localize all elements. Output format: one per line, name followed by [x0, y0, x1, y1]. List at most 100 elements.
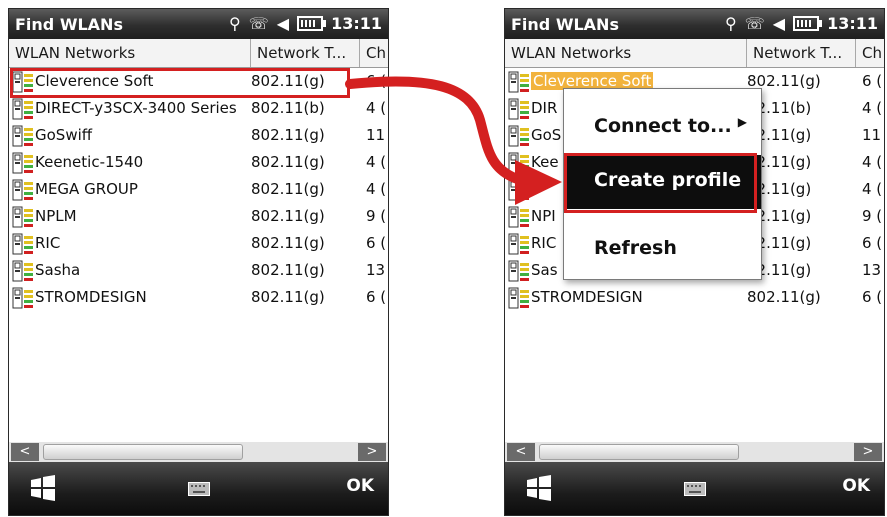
- wlan-network-icon: [508, 125, 529, 147]
- network-name: STROMDESIGN: [531, 288, 643, 306]
- network-type: 802.11(g): [251, 234, 325, 252]
- network-row[interactable]: NPLM 802.11(g) 9 (: [9, 203, 388, 230]
- network-type: 802.11(b): [251, 99, 325, 117]
- network-channel: 6 (: [366, 72, 387, 90]
- list-header: WLAN Networks Network T... Ch: [505, 39, 884, 68]
- wlan-network-icon: [508, 260, 529, 282]
- network-channel: 6 (: [862, 288, 883, 306]
- network-name: STROMDESIGN: [35, 288, 147, 306]
- network-row[interactable]: RIC 802.11(g) 6 (: [9, 230, 388, 257]
- wlan-network-icon: [12, 98, 33, 120]
- network-row[interactable]: Sasha 802.11(g) 13: [9, 257, 388, 284]
- network-type: 802.11(g): [251, 288, 325, 306]
- battery-icon[interactable]: [793, 16, 823, 31]
- wlan-network-icon: [12, 152, 33, 174]
- keyboard-icon[interactable]: [188, 482, 210, 496]
- column-header-channel[interactable]: Ch: [360, 39, 388, 67]
- network-type: 802.11(g): [251, 153, 325, 171]
- network-name: NPI: [531, 207, 556, 225]
- battery-icon[interactable]: [297, 16, 327, 31]
- network-channel: 13: [366, 261, 386, 279]
- column-header-type[interactable]: Network T...: [747, 39, 856, 67]
- connectivity-icon[interactable]: ⚲: [229, 14, 241, 33]
- menu-item-connect[interactable]: Connect to... ▶: [564, 107, 761, 147]
- wlan-network-icon: [12, 125, 33, 147]
- network-channel: 6 (: [862, 72, 883, 90]
- network-row[interactable]: DIRECT-y3SCX-3400 Series 802.11(b) 4 (: [9, 95, 388, 122]
- column-header-type[interactable]: Network T...: [251, 39, 360, 67]
- clock[interactable]: 13:11: [331, 14, 382, 33]
- network-name: DIRECT-y3SCX-3400 Series: [35, 99, 237, 117]
- ok-softkey[interactable]: OK: [842, 476, 870, 496]
- column-header-channel[interactable]: Ch: [856, 39, 884, 67]
- network-type: 802.11(g): [251, 180, 325, 198]
- network-channel: 4 (: [862, 153, 883, 171]
- menu-item-label: Refresh: [594, 237, 677, 259]
- network-channel: 4 (: [366, 99, 387, 117]
- scroll-right-icon[interactable]: >: [854, 443, 882, 461]
- wlan-network-icon: [508, 71, 529, 93]
- keyboard-icon[interactable]: [684, 482, 706, 496]
- scroll-left-icon[interactable]: <: [507, 443, 535, 461]
- status-area: ⚲ ☏ ◀ 13:11: [725, 14, 878, 33]
- wlan-network-icon: [508, 152, 529, 174]
- scroll-thumb[interactable]: [539, 444, 739, 460]
- ok-softkey[interactable]: OK: [346, 476, 374, 496]
- network-row[interactable]: GoSwiff 802.11(g) 11: [9, 122, 388, 149]
- column-header-name[interactable]: WLAN Networks: [505, 39, 747, 67]
- network-channel: 4 (: [366, 180, 387, 198]
- scroll-left-icon[interactable]: <: [11, 443, 39, 461]
- scroll-right-icon[interactable]: >: [358, 443, 386, 461]
- clock[interactable]: 13:11: [827, 14, 878, 33]
- title-bar: Find WLANs ⚲ ☏ ◀ 13:11: [505, 9, 884, 39]
- annotation-highlight-row: [10, 68, 350, 98]
- phone-icon[interactable]: ☏: [745, 14, 765, 33]
- network-channel: 11: [862, 126, 882, 144]
- network-name: RIC: [35, 234, 61, 252]
- menu-item-label: Connect to...: [594, 115, 732, 137]
- softkey-bar: OK: [9, 462, 388, 515]
- network-row[interactable]: STROMDESIGN 802.11(g) 6 (: [9, 284, 388, 311]
- speaker-muted-icon[interactable]: ◀: [773, 14, 785, 33]
- wlan-network-icon: [12, 260, 33, 282]
- network-channel: 6 (: [366, 234, 387, 252]
- network-name: Kee: [531, 153, 559, 171]
- wlan-network-icon: [12, 179, 33, 201]
- scroll-thumb[interactable]: [43, 444, 243, 460]
- window-title: Find WLANs: [511, 15, 619, 34]
- network-row[interactable]: STROMDESIGN 802.11(g) 6 (: [505, 284, 884, 311]
- network-type: 802.11(g): [251, 126, 325, 144]
- network-channel: 4 (: [366, 153, 387, 171]
- window-title: Find WLANs: [15, 15, 123, 34]
- network-type: 802.11(g): [747, 288, 821, 306]
- network-channel: 4 (: [862, 99, 883, 117]
- connectivity-icon[interactable]: ⚲: [725, 14, 737, 33]
- wlan-network-icon: [508, 233, 529, 255]
- network-type: 802.11(g): [251, 261, 325, 279]
- wlan-network-icon: [12, 233, 33, 255]
- wlan-network-icon: [508, 179, 529, 201]
- network-channel: 6 (: [862, 234, 883, 252]
- windows-start-icon[interactable]: [27, 472, 59, 504]
- network-name: Sas: [531, 261, 558, 279]
- menu-item-refresh[interactable]: Refresh: [564, 229, 761, 269]
- network-row[interactable]: Keenetic-1540 802.11(g) 4 (: [9, 149, 388, 176]
- speaker-muted-icon[interactable]: ◀: [277, 14, 289, 33]
- network-channel: 13: [862, 261, 882, 279]
- horizontal-scrollbar[interactable]: < >: [9, 442, 388, 462]
- network-channel: 4 (: [862, 180, 883, 198]
- wlan-network-icon: [508, 287, 529, 309]
- windows-start-icon[interactable]: [523, 472, 555, 504]
- annotation-highlight-menu: [564, 153, 757, 213]
- network-name: GoSwiff: [35, 126, 93, 144]
- column-header-name[interactable]: WLAN Networks: [9, 39, 251, 67]
- phone-icon[interactable]: ☏: [249, 14, 269, 33]
- horizontal-scrollbar[interactable]: < >: [505, 442, 884, 462]
- network-channel: 11: [366, 126, 386, 144]
- network-row[interactable]: MEGA GROUP 802.11(g) 4 (: [9, 176, 388, 203]
- network-name: MEGA GROUP: [35, 180, 138, 198]
- wlan-network-icon: [12, 287, 33, 309]
- network-name: Sasha: [35, 261, 81, 279]
- network-name: NPLM: [35, 207, 77, 225]
- network-type: 802.11(g): [251, 207, 325, 225]
